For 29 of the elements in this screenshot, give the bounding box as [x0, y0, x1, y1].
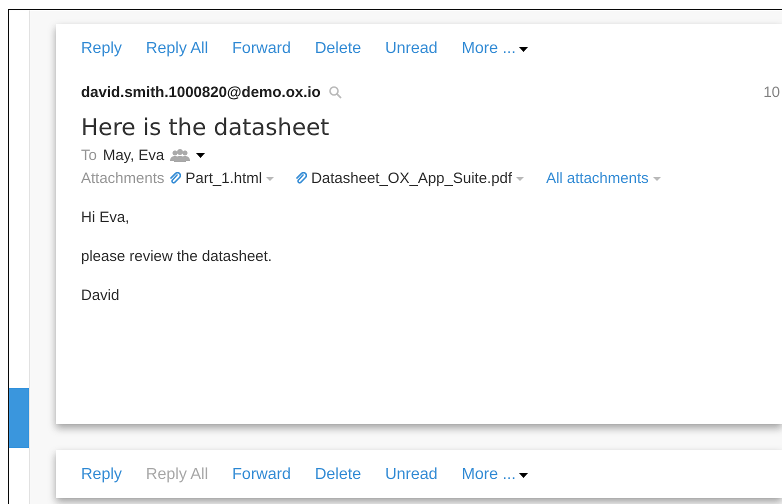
toolbar-link[interactable]: More ... — [462, 39, 528, 59]
toolbar-link[interactable]: Reply All — [146, 39, 208, 59]
people-icon[interactable] — [170, 149, 190, 162]
toolbar-link[interactable]: Reply — [81, 39, 122, 59]
toolbar-link[interactable]: More ... — [462, 465, 528, 485]
paperclip-icon — [170, 172, 182, 185]
toolbar-link[interactable]: Forward — [232, 465, 291, 485]
toolbar-link[interactable]: Unread — [385, 39, 438, 59]
recipient-name[interactable]: May, Eva — [102, 147, 164, 164]
caret-icon[interactable] — [196, 153, 206, 158]
search-icon[interactable] — [328, 86, 342, 99]
toolbar-link[interactable]: Delete — [314, 465, 362, 485]
to-label: To — [81, 147, 97, 164]
selected-list-item[interactable] — [9, 388, 29, 448]
all-attachments-link[interactable]: All attachments — [546, 170, 649, 187]
mail-date: 10 — [763, 84, 780, 101]
mail-subject: Here is the datasheet — [81, 115, 330, 141]
attachment-link[interactable]: Datasheet_OX_App_Suite.pdf — [311, 170, 512, 187]
body-paragraph: please review the datasheet. — [81, 248, 273, 265]
toolbar-link[interactable]: Reply — [81, 465, 122, 485]
paperclip-icon — [296, 172, 308, 185]
attachments-label: Attachments — [81, 170, 164, 187]
toolbar-link[interactable]: Delete — [314, 39, 362, 59]
toolbar-link[interactable]: Unread — [385, 465, 438, 485]
toolbar-link[interactable]: Forward — [232, 39, 291, 59]
attachment-link[interactable]: Part_1.html — [185, 170, 262, 187]
body-paragraph: Hi Eva, — [81, 209, 130, 226]
body-paragraph: David — [81, 287, 120, 304]
sender-address[interactable]: david.smith.1000820@demo.ox.io — [81, 84, 321, 101]
